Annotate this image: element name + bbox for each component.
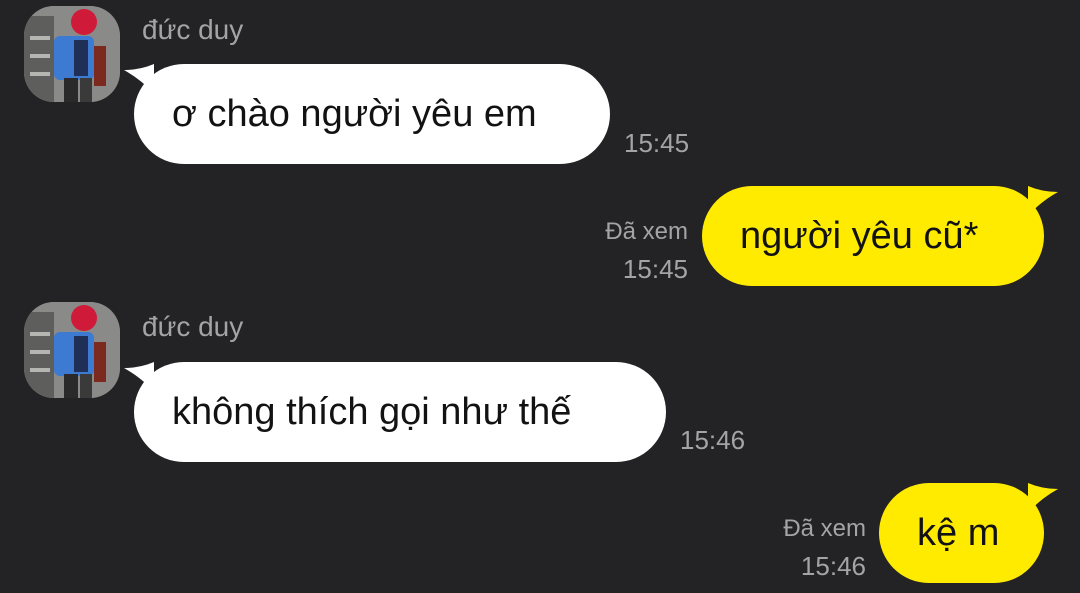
- read-status: Đã xem: [783, 515, 866, 542]
- incoming-message-bubble[interactable]: không thích gọi như thế: [134, 362, 666, 462]
- message-time: 15:46: [680, 425, 746, 455]
- sender-avatar[interactable]: [24, 302, 120, 398]
- message-time: 15:45: [622, 254, 688, 284]
- message-text: kệ m: [917, 512, 1000, 554]
- sender-name: đức duy: [142, 14, 244, 45]
- message-text: ơ chào người yêu em: [172, 93, 537, 135]
- outgoing-message-bubble[interactable]: kệ m: [879, 483, 1044, 583]
- outgoing-bubble-tail: [1028, 186, 1058, 216]
- user-photo-icon: [24, 6, 120, 102]
- user-photo-icon: [24, 302, 120, 398]
- message-text: không thích gọi như thế: [172, 391, 572, 433]
- read-status: Đã xem: [605, 218, 688, 245]
- outgoing-bubble-tail: [1028, 483, 1058, 513]
- sender-name: đức duy: [142, 311, 244, 342]
- message-time: 15:45: [624, 128, 690, 158]
- sender-avatar[interactable]: [24, 6, 120, 102]
- message-text: người yêu cũ*: [740, 215, 979, 257]
- message-time: 15:46: [800, 551, 866, 581]
- incoming-message-bubble[interactable]: ơ chào người yêu em: [134, 64, 610, 164]
- outgoing-message-bubble[interactable]: người yêu cũ*: [702, 186, 1044, 286]
